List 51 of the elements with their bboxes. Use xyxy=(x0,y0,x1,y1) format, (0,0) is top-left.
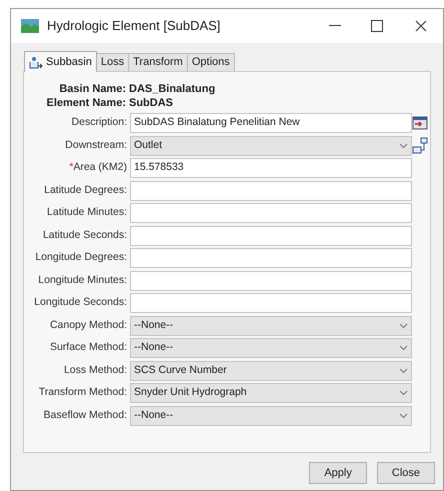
field-label: Latitude Minutes: xyxy=(46,205,128,220)
input-field[interactable] xyxy=(130,180,412,200)
header-label: Element Name: xyxy=(46,96,127,110)
input-field[interactable] xyxy=(130,248,412,268)
landscape-icon xyxy=(21,19,39,33)
field-label: *Area (KM2) xyxy=(68,160,128,176)
field-label: Downstream: xyxy=(64,138,128,153)
dropdown-field[interactable]: SCS Curve Number xyxy=(130,360,412,380)
dropdown-field[interactable]: --None-- xyxy=(130,406,412,426)
dialog-button[interactable]: Apply xyxy=(309,462,367,484)
dropdown-field[interactable]: Snyder Unit Hydrograph xyxy=(130,383,412,403)
close-icon xyxy=(415,20,427,32)
header-value: DAS_Binalatung xyxy=(129,82,216,96)
field-label: Latitude Seconds: xyxy=(42,228,128,243)
tab[interactable]: Loss xyxy=(96,53,130,71)
database-icon[interactable] xyxy=(412,136,428,154)
chevron-down-icon xyxy=(399,345,408,351)
field-label: Baseflow Method: xyxy=(42,408,128,423)
dropdown-field[interactable]: --None-- xyxy=(130,338,412,358)
dropdown-field[interactable]: --None-- xyxy=(130,316,412,336)
chevron-down-icon xyxy=(399,412,408,418)
header-label: Basin Name: xyxy=(58,82,127,96)
input-field[interactable] xyxy=(130,293,412,313)
field-label: Longitude Minutes: xyxy=(37,272,128,288)
input-field[interactable] xyxy=(130,226,412,246)
input-field[interactable] xyxy=(130,203,412,223)
chevron-down-icon xyxy=(399,390,408,396)
input-field[interactable]: SubDAS Binalatung Penelitian New xyxy=(130,113,412,133)
dropdown-field[interactable]: Outlet xyxy=(130,136,412,156)
tab[interactable]: Options xyxy=(188,53,235,71)
field-label: Latitude Degrees: xyxy=(43,182,128,198)
input-field[interactable] xyxy=(130,270,412,290)
chevron-down-icon xyxy=(399,322,408,328)
tab[interactable]: Transform xyxy=(129,53,188,71)
window-title: Hydrologic Element [SubDAS] xyxy=(47,17,222,36)
field-label: Canopy Method: xyxy=(48,318,128,333)
form-icon[interactable] xyxy=(412,115,428,131)
maximize-icon xyxy=(371,20,383,32)
minimize-icon xyxy=(329,25,341,27)
input-field[interactable]: 15.578533 xyxy=(130,158,412,178)
chevron-down-icon xyxy=(399,142,408,148)
field-label: Loss Method: xyxy=(62,362,128,378)
field-label: Longitude Seconds: xyxy=(33,295,128,310)
field-label: Transform Method: xyxy=(38,385,128,400)
header-value: SubDAS xyxy=(129,96,173,110)
tab[interactable]: Subbasin xyxy=(24,51,97,72)
field-label: Surface Method: xyxy=(48,340,128,356)
chevron-down-icon xyxy=(399,368,408,374)
field-label: Longitude Degrees: xyxy=(34,250,128,266)
dialog-button[interactable]: Close xyxy=(376,462,435,484)
field-label: Description: xyxy=(70,115,128,130)
